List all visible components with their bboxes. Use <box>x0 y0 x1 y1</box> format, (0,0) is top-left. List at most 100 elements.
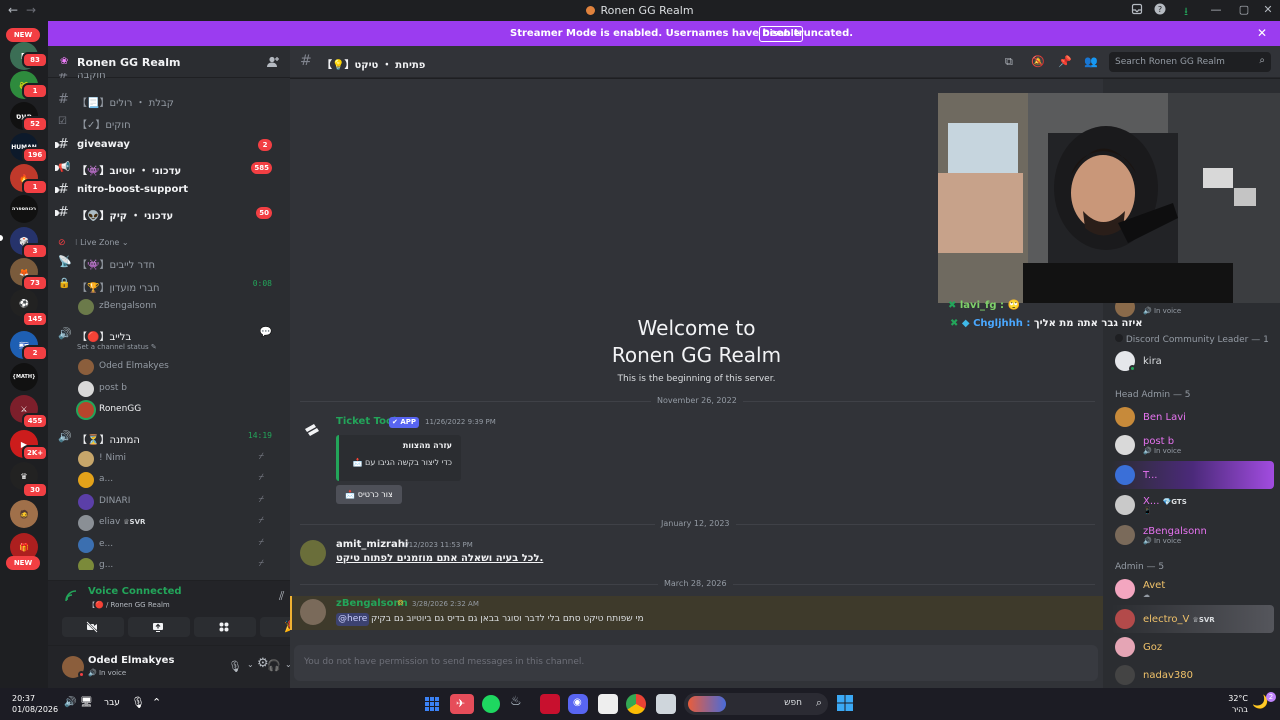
chat-overlay-line: ✖ ◆ Chgljhhh : איזה גבר אתה מת אליך <box>950 318 1143 329</box>
voice-user[interactable]: RonenGG <box>78 400 278 420</box>
member-item[interactable]: T... <box>1115 463 1275 487</box>
close-banner-icon[interactable]: ✕ <box>1257 26 1267 40</box>
start-button[interactable] <box>836 694 856 714</box>
webcam-overlay <box>938 93 1280 303</box>
channel-kick-updates[interactable]: # 【👽】עדכוני ・ קיק 50 <box>55 203 286 223</box>
network-icon[interactable]: 🖥 <box>80 697 93 708</box>
noise-suppression-icon[interactable]: ⫽ <box>279 589 284 604</box>
member-item[interactable]: Avet ☁ <box>1115 577 1275 601</box>
activities-button[interactable] <box>194 617 256 637</box>
steam-app-icon[interactable]: ♨ <box>510 694 530 714</box>
channel-partial[interactable]: # חוקבה <box>58 73 286 85</box>
help-icon[interactable]: ? <box>1154 3 1170 17</box>
inbox-icon[interactable] <box>1131 3 1147 17</box>
minimize-icon[interactable]: — <box>1208 3 1224 17</box>
channel-live-room[interactable]: 📡 【👾】חדר לייבים <box>58 252 286 272</box>
message-input-disabled: You do not have permission to send messa… <box>294 645 1098 681</box>
screen-share-button[interactable] <box>128 617 190 637</box>
voice-user[interactable]: zBengalsonn <box>78 297 278 317</box>
create-ticket-button[interactable]: 📩 צור כרטיס <box>336 485 402 504</box>
telegram-app-icon[interactable]: ✈ <box>450 694 474 714</box>
chat-bubble-icon[interactable]: 💬 <box>260 327 272 338</box>
search-box[interactable]: Search Ronen GG Realm ⌕ <box>1109 52 1271 72</box>
message-author[interactable]: Ticket Tool <box>336 416 396 427</box>
camera-off-button[interactable] <box>62 617 124 637</box>
member-name: T... <box>1143 470 1158 481</box>
close-window-icon[interactable]: ✕ <box>1260 3 1276 17</box>
voice-connected-status[interactable]: Voice Connected <box>88 586 182 597</box>
member-item[interactable]: electro_V ♕SVR <box>1115 607 1275 631</box>
notepad-app-icon[interactable] <box>598 694 618 714</box>
taskbar-search[interactable]: חפש ⌕ <box>684 693 828 715</box>
red-app-icon[interactable] <box>540 694 560 714</box>
member-item[interactable]: Ben Lavi <box>1115 405 1275 429</box>
disable-streamer-button[interactable]: Disable <box>759 26 803 42</box>
user-avatar[interactable] <box>300 540 326 566</box>
server-icon-11[interactable]: {MATH} <box>10 363 38 391</box>
mic-options-chevron-icon[interactable]: ⌄ <box>247 660 254 669</box>
weather[interactable]: 32°C בהיר <box>1228 693 1248 715</box>
task-view-icon[interactable] <box>422 694 442 714</box>
voice-user[interactable]: DINARI ⌿ <box>78 492 278 512</box>
server-text: {MATH} <box>12 374 36 380</box>
member-item[interactable]: nadav380 <box>1115 663 1275 687</box>
input-language[interactable]: עבר <box>104 698 120 708</box>
channel-youtube-updates[interactable]: 📢 【👾】עדכוני ・ יוטיוב 585 <box>55 158 286 178</box>
voice-user[interactable]: eliav ♕SVR ⌿ <box>78 513 278 533</box>
server-icon-15[interactable]: 🧔 <box>10 500 38 528</box>
member-item[interactable]: post b 🔊 In voice <box>1115 433 1275 457</box>
microphone-icon[interactable]: 🎙 <box>228 660 242 673</box>
voice-user[interactable]: a... ⌿ <box>78 470 278 490</box>
channel-waiting[interactable]: 🔊 【⏳】המתנה 14:19 <box>58 427 286 447</box>
pin-icon[interactable]: 📌 <box>1058 55 1072 68</box>
voice-user[interactable]: Oded Elmakyes <box>78 357 278 377</box>
member-item[interactable]: kira <box>1115 349 1275 373</box>
channel-name: עדכוני ・ קיק <box>109 211 174 222</box>
channel-kabalat-roles[interactable]: # 【📃】קבלת ・ רולים <box>58 90 286 110</box>
headphones-icon[interactable]: 🎧 <box>267 659 281 672</box>
member-item[interactable]: X... 💎GTS 📱 <box>1115 493 1275 517</box>
channel-giveaway[interactable]: # giveaway 2 <box>55 135 286 155</box>
ticket-tool-avatar[interactable] <box>303 421 323 441</box>
discord-app-icon[interactable]: ◉ <box>568 694 588 714</box>
volume-icon[interactable]: 🔊 <box>64 697 76 708</box>
channel-rules[interactable]: ☑ 【✓】חוקים <box>58 112 286 132</box>
member-item[interactable]: Goz <box>1115 635 1275 659</box>
threads-icon[interactable]: ⧉ <box>1005 55 1013 69</box>
user-settings-gear-icon[interactable]: ⚙ <box>257 656 269 671</box>
channel-club-members[interactable]: 🔒 【🏆】חברי מועדון 0:08 <box>58 275 286 295</box>
here-mention[interactable]: @here <box>336 613 370 626</box>
file-explorer-icon[interactable] <box>656 694 676 714</box>
mic-tray-icon[interactable]: 🎙 <box>131 696 145 709</box>
user-name[interactable]: Oded Elmakyes <box>88 655 174 666</box>
voice-user[interactable]: g... ⌿ <box>78 556 278 570</box>
channel-status[interactable]: Set a channel status ✎ <box>77 343 157 351</box>
clock[interactable]: 20:37 01/08/2026 <box>12 693 58 715</box>
chrome-app-icon[interactable] <box>626 694 646 714</box>
channel-baliev[interactable]: 🔊 【🔴】בלייב 💬 <box>58 324 286 344</box>
member-item[interactable]: zBengalsonn 🔊 In voice <box>1115 523 1275 547</box>
spotify-app-icon[interactable] <box>482 695 500 713</box>
message-author[interactable]: amit_mizrahi <box>336 539 408 550</box>
maximize-icon[interactable]: ▢ <box>1236 3 1252 17</box>
voice-user[interactable]: e... ⌿ <box>78 535 278 555</box>
invite-people-icon[interactable] <box>266 55 280 69</box>
server-icon-6[interactable]: רכוחספרה <box>10 195 38 223</box>
voice-location[interactable]: 【🔴 / Ronen GG Realm <box>88 600 170 610</box>
channel-nitro-boost-support[interactable]: # nitro-boost-support <box>55 180 286 200</box>
voice-user[interactable]: post b <box>78 379 278 399</box>
avatar <box>78 451 94 467</box>
voice-user[interactable]: ! Nimi ⌿ <box>78 449 278 469</box>
message-text: לכל בעיה ושאלה אתם מוזמנים לפתוח טיקט. <box>336 553 544 564</box>
member-list-icon[interactable]: 👥 <box>1084 55 1098 68</box>
notification-count[interactable]: 2 <box>1266 692 1276 702</box>
category-live-zone[interactable]: ⊘ ⁝ Live Zone ⌄ <box>58 234 286 254</box>
deafened-icon: ⌿ <box>258 559 264 569</box>
app-badge-text: APP <box>400 418 416 426</box>
notifications-muted-icon[interactable]: 🔕 <box>1031 55 1045 68</box>
download-icon[interactable]: ⭳ <box>1178 3 1194 18</box>
tray-chevron-up-icon[interactable]: ⌃ <box>152 696 161 709</box>
user-avatar[interactable] <box>300 599 326 625</box>
activities-icon <box>218 621 230 633</box>
avatar <box>1115 435 1135 455</box>
